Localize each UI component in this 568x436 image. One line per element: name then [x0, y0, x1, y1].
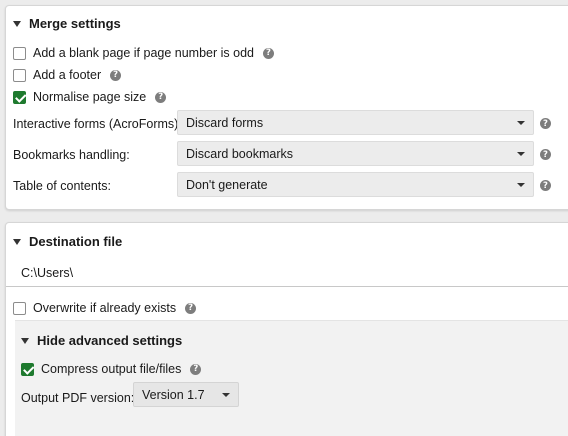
- blank-page-checkbox[interactable]: [13, 46, 26, 60]
- bookmarks-label: Bookmarks handling:: [13, 148, 130, 162]
- help-icon[interactable]: ?: [263, 47, 274, 59]
- merge-settings-header[interactable]: Merge settings: [13, 16, 121, 31]
- destination-title: Destination file: [29, 234, 123, 249]
- forms-label: Interactive forms (AcroForms):: [13, 117, 182, 131]
- normalise-label: Normalise page size: [33, 90, 147, 104]
- advanced-toggle-label: Hide advanced settings: [37, 333, 183, 348]
- help-icon[interactable]: ?: [155, 91, 167, 103]
- help-icon[interactable]: ?: [540, 149, 551, 160]
- overwrite-label: Overwrite if already exists: [33, 301, 177, 315]
- advanced-toggle[interactable]: Hide advanced settings: [21, 333, 182, 348]
- help-icon[interactable]: ?: [190, 363, 202, 375]
- compress-option[interactable]: Compress output file/files ?: [21, 362, 202, 376]
- destination-path-value: C:\Users\: [21, 266, 74, 280]
- toc-select[interactable]: Don't generate: [177, 172, 534, 197]
- normalise-checkbox[interactable]: [13, 90, 26, 104]
- dropdown-caret-icon: [517, 182, 525, 187]
- pdf-version-label: Output PDF version:: [21, 391, 135, 405]
- pdf-version-select[interactable]: Version 1.7: [133, 382, 239, 407]
- bookmarks-select-value: Discard bookmarks: [186, 146, 293, 161]
- collapse-triangle-icon[interactable]: [21, 337, 29, 344]
- collapse-triangle-icon[interactable]: [13, 238, 21, 245]
- toc-label: Table of contents:: [13, 179, 111, 193]
- dropdown-caret-icon: [517, 151, 525, 156]
- bookmarks-select[interactable]: Discard bookmarks: [177, 141, 534, 166]
- compress-label: Compress output file/files: [41, 362, 182, 376]
- blank-page-label: Add a blank page if page number is odd: [33, 46, 254, 60]
- overwrite-option[interactable]: Overwrite if already exists ?: [13, 301, 197, 315]
- help-icon[interactable]: ?: [540, 180, 551, 191]
- footer-label: Add a footer: [33, 68, 102, 82]
- normalise-option[interactable]: Normalise page size ?: [13, 90, 167, 104]
- dropdown-caret-icon: [517, 120, 525, 125]
- toc-select-value: Don't generate: [186, 177, 268, 192]
- forms-select[interactable]: Discard forms: [177, 110, 534, 135]
- merge-settings-panel: Merge settings Add a blank page if page …: [5, 5, 568, 210]
- destination-panel: Destination file C:\Users\ Overwrite if …: [5, 222, 568, 436]
- help-icon[interactable]: ?: [110, 69, 122, 81]
- blank-page-option[interactable]: Add a blank page if page number is odd ?: [13, 46, 274, 60]
- help-icon[interactable]: ?: [185, 302, 197, 314]
- dropdown-caret-icon: [222, 392, 230, 397]
- advanced-settings-section: Hide advanced settings Compress output f…: [15, 320, 568, 436]
- merge-settings-title: Merge settings: [29, 16, 121, 31]
- destination-path-input[interactable]: C:\Users\: [6, 260, 568, 287]
- compress-checkbox[interactable]: [21, 362, 34, 376]
- destination-header[interactable]: Destination file: [13, 234, 122, 249]
- footer-option[interactable]: Add a footer ?: [13, 68, 122, 82]
- help-icon[interactable]: ?: [540, 118, 551, 129]
- collapse-triangle-icon[interactable]: [13, 20, 21, 27]
- footer-checkbox[interactable]: [13, 68, 26, 82]
- forms-select-value: Discard forms: [186, 115, 264, 130]
- pdf-version-value: Version 1.7: [142, 387, 205, 402]
- overwrite-checkbox[interactable]: [13, 301, 26, 315]
